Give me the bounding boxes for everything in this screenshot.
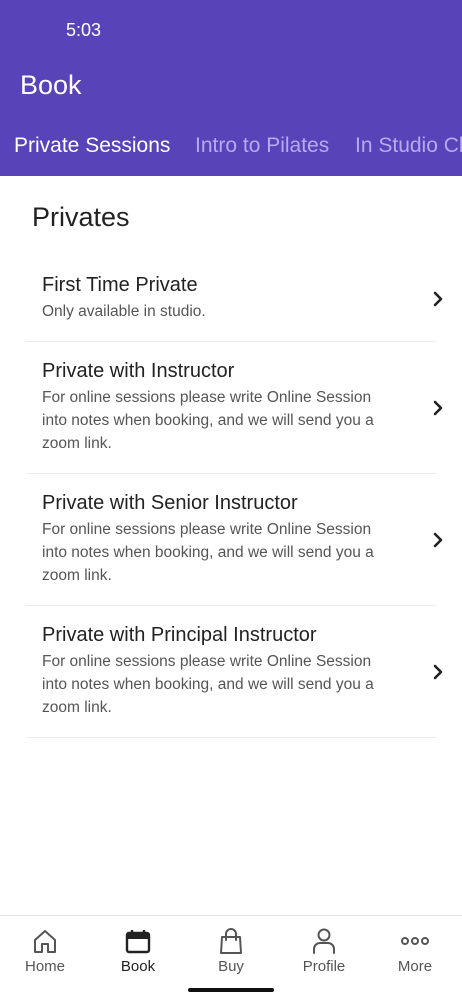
- chevron-right-icon: [430, 400, 446, 416]
- shopping-bag-icon: [186, 926, 276, 956]
- item-description: For online sessions please write Online …: [42, 389, 374, 452]
- chevron-right-icon: [430, 664, 446, 680]
- chevron-right-icon: [430, 532, 446, 548]
- page-title: Book: [20, 70, 82, 100]
- nav-label: Buy: [218, 958, 244, 975]
- nav-label: Book: [120, 958, 156, 975]
- person-icon: [279, 926, 369, 956]
- item-description: For online sessions please write Online …: [42, 521, 374, 584]
- tab-intro-to-pilates[interactable]: Intro to Pilates: [195, 134, 329, 158]
- home-icon: [0, 926, 90, 956]
- list-item-private-with-principal-instructor[interactable]: Private with Principal Instructor For on…: [26, 606, 443, 738]
- item-title: First Time Private: [42, 274, 198, 296]
- more-dots-icon: [370, 926, 460, 956]
- item-title: Private with Senior Instructor: [42, 492, 298, 514]
- nav-label: Home: [24, 958, 65, 975]
- nav-book[interactable]: Book: [93, 926, 183, 975]
- list-item-first-time-private[interactable]: First Time Private Only available in stu…: [26, 256, 443, 342]
- chevron-right-icon: [430, 291, 446, 307]
- item-description: For online sessions please write Online …: [42, 653, 374, 716]
- nav-buy[interactable]: Buy: [186, 926, 276, 975]
- nav-label: Profile: [302, 958, 346, 975]
- tab-private-sessions[interactable]: Private Sessions: [14, 134, 170, 158]
- category-tabs: Private Sessions Intro to Pilates In Stu…: [0, 134, 462, 164]
- item-title: Private with Principal Instructor: [42, 624, 317, 646]
- nav-more[interactable]: More: [370, 926, 460, 975]
- item-title: Private with Instructor: [42, 360, 235, 382]
- nav-home[interactable]: Home: [0, 926, 90, 975]
- list-item-private-with-senior-instructor[interactable]: Private with Senior Instructor For onlin…: [26, 474, 443, 606]
- nav-label: More: [397, 958, 433, 975]
- nav-profile[interactable]: Profile: [279, 926, 369, 975]
- item-description: Only available in studio.: [42, 303, 206, 320]
- app-header: 5:03 Book Private Sessions Intro to Pila…: [0, 0, 462, 176]
- tab-in-studio-classes[interactable]: In Studio Cl: [355, 134, 462, 158]
- status-bar-time: 5:03: [66, 20, 102, 40]
- section-title: Privates: [32, 202, 130, 232]
- session-list: First Time Private Only available in stu…: [26, 256, 443, 738]
- list-item-private-with-instructor[interactable]: Private with Instructor For online sessi…: [26, 342, 443, 474]
- home-indicator[interactable]: [188, 988, 274, 992]
- calendar-icon: [93, 926, 183, 956]
